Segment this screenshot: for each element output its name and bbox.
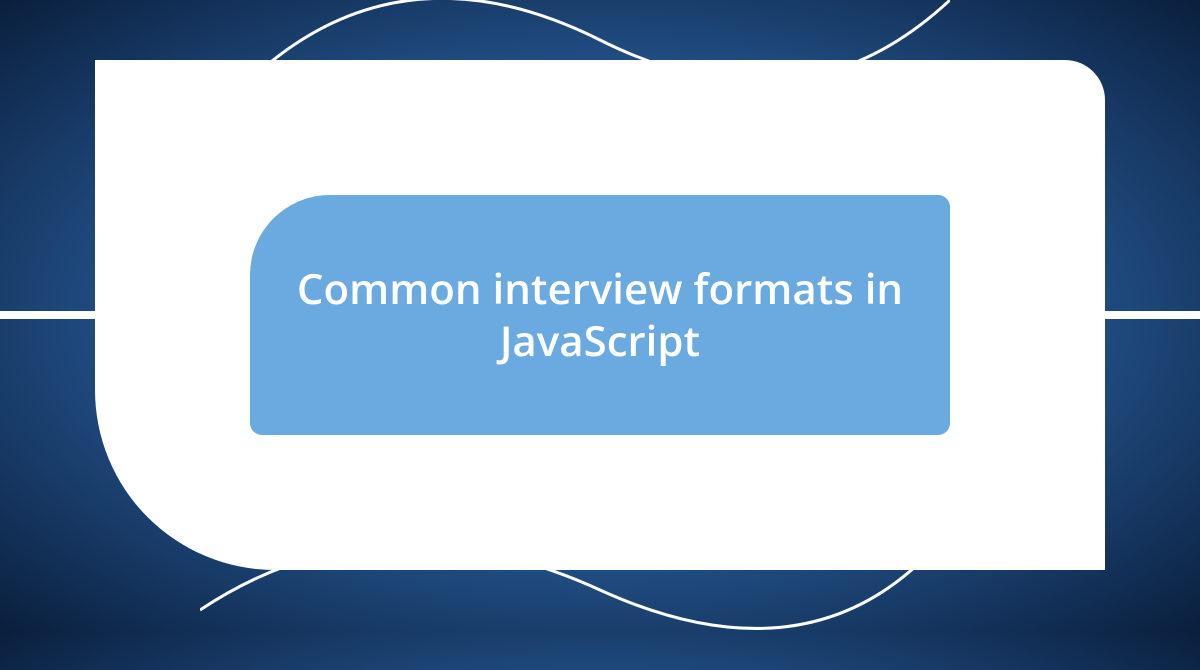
inner-blue-panel: Common interview formats in JavaScript [250, 195, 950, 435]
card-title: Common interview formats in JavaScript [290, 263, 910, 368]
